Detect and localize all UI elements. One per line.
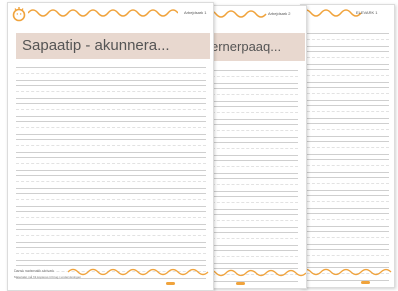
title-banner: ernerpaaq...	[207, 33, 305, 61]
wave-decoration	[206, 10, 267, 18]
writing-lines	[212, 70, 298, 286]
brand-logo-icon	[361, 281, 370, 284]
wave-decoration	[301, 9, 362, 17]
brand-logo-icon	[236, 282, 245, 285]
worksheet-page-1: Arbejdsark 1 Sapaatip - akunnera... Dans…	[7, 2, 214, 291]
brand-logo-icon	[166, 282, 175, 285]
footer-wave	[206, 269, 306, 277]
wave-decoration	[28, 9, 178, 17]
worksheet-page-2: Arbejdsark 2 ernerpaaq...	[205, 5, 307, 289]
worksheet-page-3: ELEVARK 1	[300, 4, 395, 288]
writing-lines	[307, 33, 389, 285]
footer-wave	[68, 268, 209, 276]
smiley-sun-icon	[12, 7, 26, 22]
sheet-label: ELEVARK 1	[356, 10, 378, 15]
sheet-label: Arbejdsark 2	[268, 11, 291, 16]
writing-lines	[16, 67, 206, 283]
footer-title: Dansk matematik skrivark	[14, 269, 55, 273]
footer-wave	[301, 268, 392, 276]
sheet-label: Arbejdsark 1	[184, 10, 207, 15]
title-banner: Sapaatip - akunnera...	[16, 33, 210, 59]
